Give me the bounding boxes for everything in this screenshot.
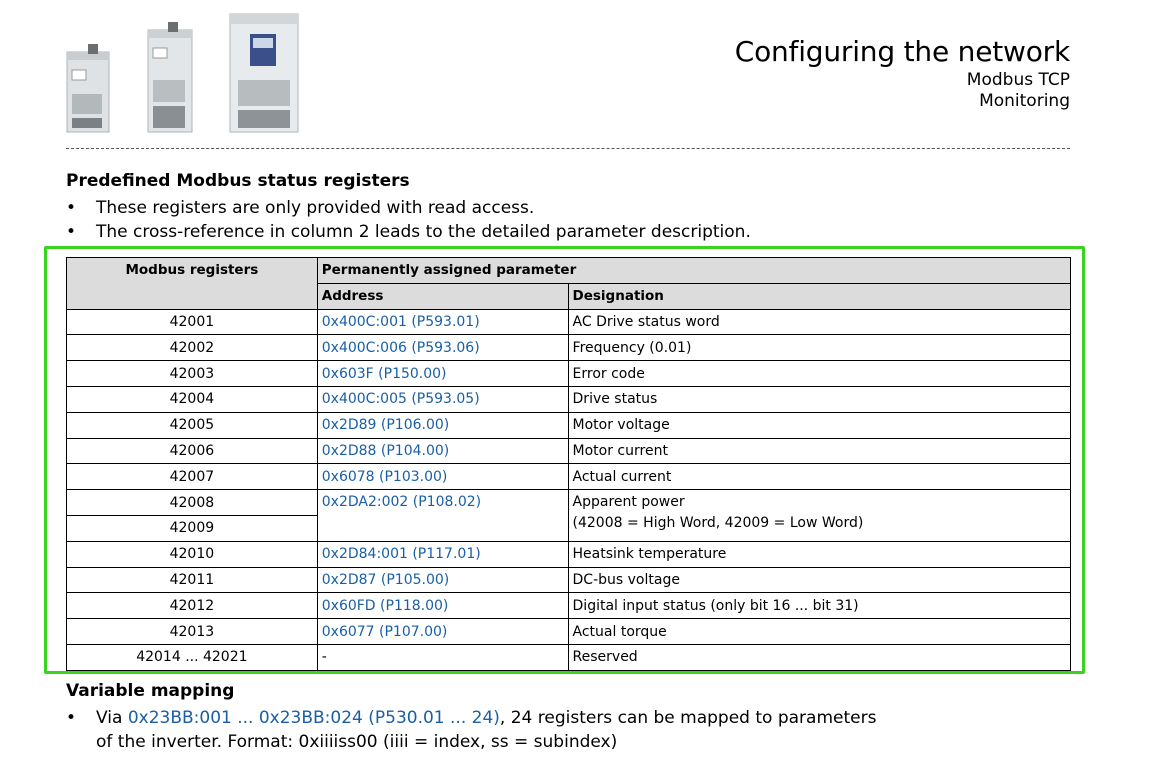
address-link[interactable]: 0x6077 (P107.00) bbox=[316, 618, 569, 645]
address-link[interactable]: 0x6078 (P103.00) bbox=[316, 463, 569, 491]
register-cell: 42009 bbox=[66, 514, 318, 542]
designation-line: Apparent power bbox=[572, 494, 685, 511]
address-link[interactable]: 0x400C:005 (P593.05) bbox=[316, 385, 569, 413]
inverter-medium-image bbox=[147, 22, 193, 133]
designation-cell: Error code bbox=[567, 360, 1072, 387]
designation-cell: Frequency (0.01) bbox=[567, 334, 1072, 362]
designation-cell: Digital input status (only bit 16 ... bi… bbox=[567, 592, 1072, 620]
designation-cell: Heatsink temperature bbox=[567, 540, 1072, 568]
table-row: 42014 ... 42021 - Reserved bbox=[66, 643, 1072, 671]
designation-cell: Drive status bbox=[567, 385, 1072, 413]
table-row: 42012 0x60FD (P118.00) Digital input sta… bbox=[66, 592, 1072, 620]
page-title: Configuring the network bbox=[734, 35, 1070, 68]
register-cell: 42007 bbox=[66, 463, 318, 491]
table-row: 42011 0x2D87 (P105.00) DC-bus voltage bbox=[66, 566, 1072, 594]
bullet-text: These registers are only provided with r… bbox=[96, 198, 535, 218]
table-row: 42008 0x2DA2:002 (P108.02) Apparent powe… bbox=[66, 489, 1072, 542]
inverter-large-image bbox=[229, 13, 299, 133]
bullet-text-prefix: Via bbox=[96, 708, 128, 728]
register-cell: 42013 bbox=[66, 618, 318, 645]
status-registers-heading: Predefined Modbus status registers bbox=[66, 171, 410, 191]
page-header: Configuring the network Modbus TCP Monit… bbox=[735, 34, 1070, 112]
designation-cell: Actual current bbox=[567, 463, 1072, 491]
address-link[interactable]: 0x400C:006 (P593.06) bbox=[316, 334, 569, 362]
designation-cell: Apparent power (42008 = High Word, 42009… bbox=[567, 489, 1072, 542]
table-row: 42001 0x400C:001 (P593.01) AC Drive stat… bbox=[66, 308, 1072, 336]
register-cell: 42003 bbox=[66, 360, 318, 387]
register-cell: 42006 bbox=[66, 437, 318, 465]
designation-cell: Reserved bbox=[567, 643, 1072, 671]
table-row: 42005 0x2D89 (P106.00) Motor voltage bbox=[66, 411, 1072, 439]
register-cell: 42011 bbox=[66, 566, 318, 594]
header-permanently-assigned: Permanently assigned parameter bbox=[316, 257, 1072, 284]
bullet-dot: • bbox=[66, 222, 77, 242]
bullet-text: The cross-reference in column 2 leads to… bbox=[96, 222, 751, 242]
address-link[interactable]: 0x400C:001 (P593.01) bbox=[316, 308, 569, 336]
register-cell: 42010 bbox=[66, 540, 318, 568]
table-row: 42004 0x400C:005 (P593.05) Drive status bbox=[66, 385, 1072, 413]
designation-cell: AC Drive status word bbox=[567, 308, 1072, 336]
address-link[interactable]: 0x2D84:001 (P117.01) bbox=[316, 540, 569, 568]
address-link[interactable]: 0x2DA2:002 (P108.02) bbox=[316, 489, 569, 542]
inverter-small-image bbox=[66, 44, 110, 133]
header-modbus-registers: Modbus registers bbox=[66, 257, 318, 310]
bullet-cross-reference: • The cross-reference in column 2 leads t… bbox=[66, 220, 751, 244]
table-row: 42010 0x2D84:001 (P117.01) Heatsink temp… bbox=[66, 540, 1072, 568]
designation-note: (42008 = High Word, 42009 = Low Word) bbox=[572, 515, 864, 532]
address-link[interactable]: 0x2D89 (P106.00) bbox=[316, 411, 569, 439]
bullet-variable-mapping: • Via 0x23BB:001 ... 0x23BB:024 (P530.01 … bbox=[66, 706, 876, 730]
variable-mapping-heading: Variable mapping bbox=[66, 681, 235, 701]
bullet-variable-mapping-line2: of the inverter. Format: 0xiiiiss00 (iii… bbox=[96, 732, 618, 752]
address-link[interactable]: 0x603F (P150.00) bbox=[316, 360, 569, 387]
page-subtitle-section: Monitoring bbox=[979, 91, 1070, 111]
register-cell: 42001 bbox=[66, 308, 318, 336]
register-cell: 42008 bbox=[66, 489, 318, 516]
table-row: 42007 0x6078 (P103.00) Actual current bbox=[66, 463, 1072, 491]
designation-cell: Actual torque bbox=[567, 618, 1072, 645]
designation-cell: Motor voltage bbox=[567, 411, 1072, 439]
header-divider bbox=[66, 148, 1070, 149]
designation-cell: Motor current bbox=[567, 437, 1072, 465]
address-link[interactable]: 0x2D87 (P105.00) bbox=[316, 566, 569, 594]
header-designation: Designation bbox=[567, 282, 1072, 310]
table-header-row: Modbus registers Permanently assigned pa… bbox=[66, 257, 1072, 310]
bullet-read-access: • These registers are only provided with … bbox=[66, 196, 534, 220]
table-row: 42013 0x6077 (P107.00) Actual torque bbox=[66, 618, 1072, 645]
table-row: 42003 0x603F (P150.00) Error code bbox=[66, 360, 1072, 387]
register-cell: 42014 ... 42021 bbox=[66, 643, 318, 671]
address-link[interactable]: 0x60FD (P118.00) bbox=[316, 592, 569, 620]
table-row: 42006 0x2D88 (P104.00) Motor current bbox=[66, 437, 1072, 465]
register-cell: 42004 bbox=[66, 385, 318, 413]
modbus-registers-table: Modbus registers Permanently assigned pa… bbox=[66, 257, 1072, 671]
register-cell: 42002 bbox=[66, 334, 318, 362]
mapping-parameter-link[interactable]: 0x23BB:001 ... 0x23BB:024 (P530.01 ... 2… bbox=[128, 708, 500, 728]
bullet-dot: • bbox=[66, 708, 77, 728]
inverter-product-images bbox=[66, 13, 299, 133]
bullet-dot: • bbox=[66, 198, 77, 218]
address-link[interactable]: 0x2D88 (P104.00) bbox=[316, 437, 569, 465]
address-cell: - bbox=[316, 643, 569, 671]
register-cell: 42005 bbox=[66, 411, 318, 439]
register-cell: 42012 bbox=[66, 592, 318, 620]
bullet-text-suffix: , 24 registers can be mapped to paramete… bbox=[499, 708, 877, 728]
designation-cell: DC-bus voltage bbox=[567, 566, 1072, 594]
header-address: Address bbox=[316, 282, 569, 310]
table-row: 42002 0x400C:006 (P593.06) Frequency (0.… bbox=[66, 334, 1072, 362]
page-subtitle-protocol: Modbus TCP bbox=[966, 70, 1070, 90]
